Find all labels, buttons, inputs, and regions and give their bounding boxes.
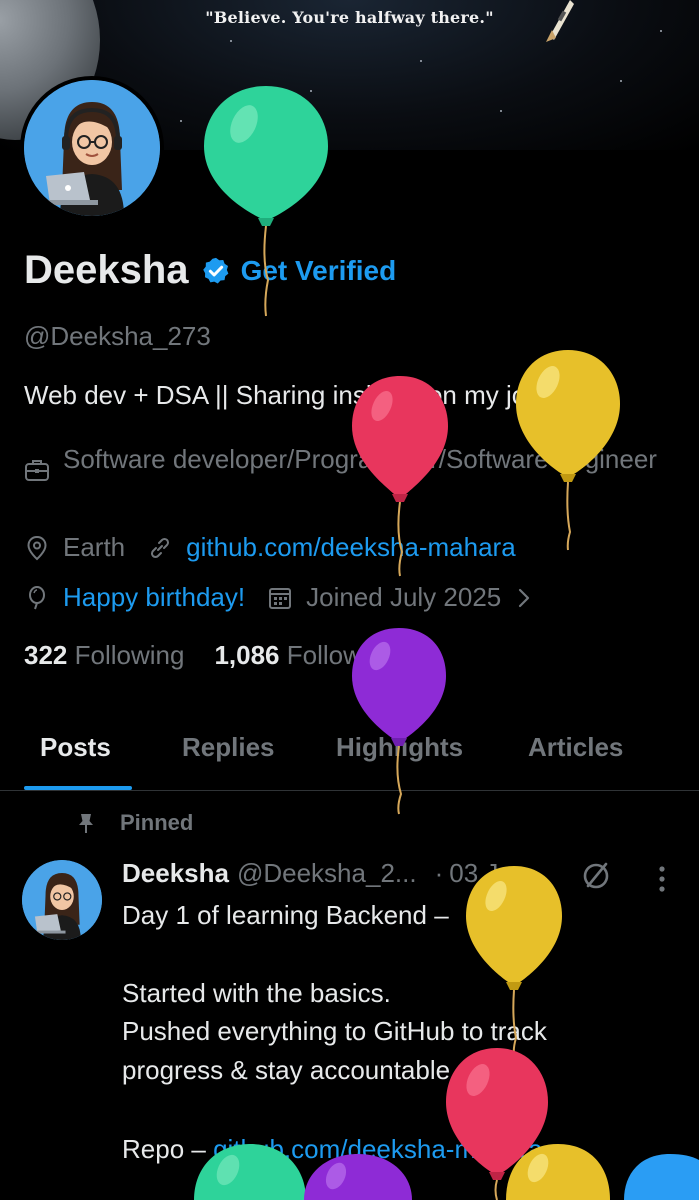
post-author-avatar[interactable] — [22, 860, 102, 940]
profile-bio: Web dev + DSA || Sharing insights on my … — [24, 380, 592, 410]
location-text: Earth — [63, 532, 126, 562]
following-stat[interactable]: 322 Following — [24, 640, 184, 671]
birthday-link[interactable]: Happy birthday! — [63, 582, 245, 613]
balloon-green — [194, 1144, 306, 1200]
post-author-name[interactable]: Deeksha — [122, 858, 229, 889]
chevron-right-icon[interactable] — [511, 585, 537, 611]
active-tab-indicator — [24, 786, 132, 790]
profile-name: Deeksha — [24, 248, 189, 292]
balloon-purple — [352, 628, 446, 815]
followers-count: 1,086 — [214, 640, 280, 670]
following-label: Following — [74, 640, 185, 670]
post-text-line: progress & stay accountable. — [122, 1055, 458, 1085]
balloon-yellow — [506, 1144, 610, 1200]
calendar-icon — [269, 587, 292, 609]
avatar-illustration — [24, 80, 160, 216]
banner-quote: "Believe. You're halfway there." — [205, 8, 494, 27]
pinned-indicator: Pinned — [74, 810, 193, 836]
balloon-red — [352, 376, 448, 577]
post-text-line: Day 1 of learning Backend – — [122, 900, 449, 930]
tab-replies[interactable]: Replies — [182, 732, 275, 763]
post-author-handle[interactable]: @Deeksha_2... — [237, 858, 417, 889]
grok-icon[interactable] — [580, 860, 612, 892]
balloon-green — [204, 86, 328, 317]
map-pin-icon — [27, 535, 47, 560]
profile-handle: @Deeksha_273 — [24, 321, 211, 351]
avatar-illustration — [22, 860, 102, 940]
profile-avatar[interactable] — [20, 76, 164, 220]
post-separator: · — [434, 858, 444, 888]
balloon-yellow — [516, 350, 620, 551]
briefcase-icon — [25, 460, 49, 481]
pin-icon — [79, 814, 93, 833]
balloon-blue — [624, 1154, 699, 1200]
tab-articles[interactable]: Articles — [528, 732, 623, 763]
astronaut-image — [546, 0, 574, 42]
following-count: 322 — [24, 640, 68, 670]
tab-posts[interactable]: Posts — [40, 732, 111, 763]
pinned-label: Pinned — [120, 810, 194, 835]
link-icon — [151, 537, 170, 558]
balloon-purple — [304, 1154, 412, 1200]
balloon-icon — [29, 585, 45, 609]
post-text-line: Started with the basics. — [122, 978, 391, 1008]
balloon-yellow — [466, 866, 562, 1057]
joined-text: Joined July 2025 — [306, 582, 502, 612]
more-vertical-icon[interactable] — [656, 864, 668, 894]
